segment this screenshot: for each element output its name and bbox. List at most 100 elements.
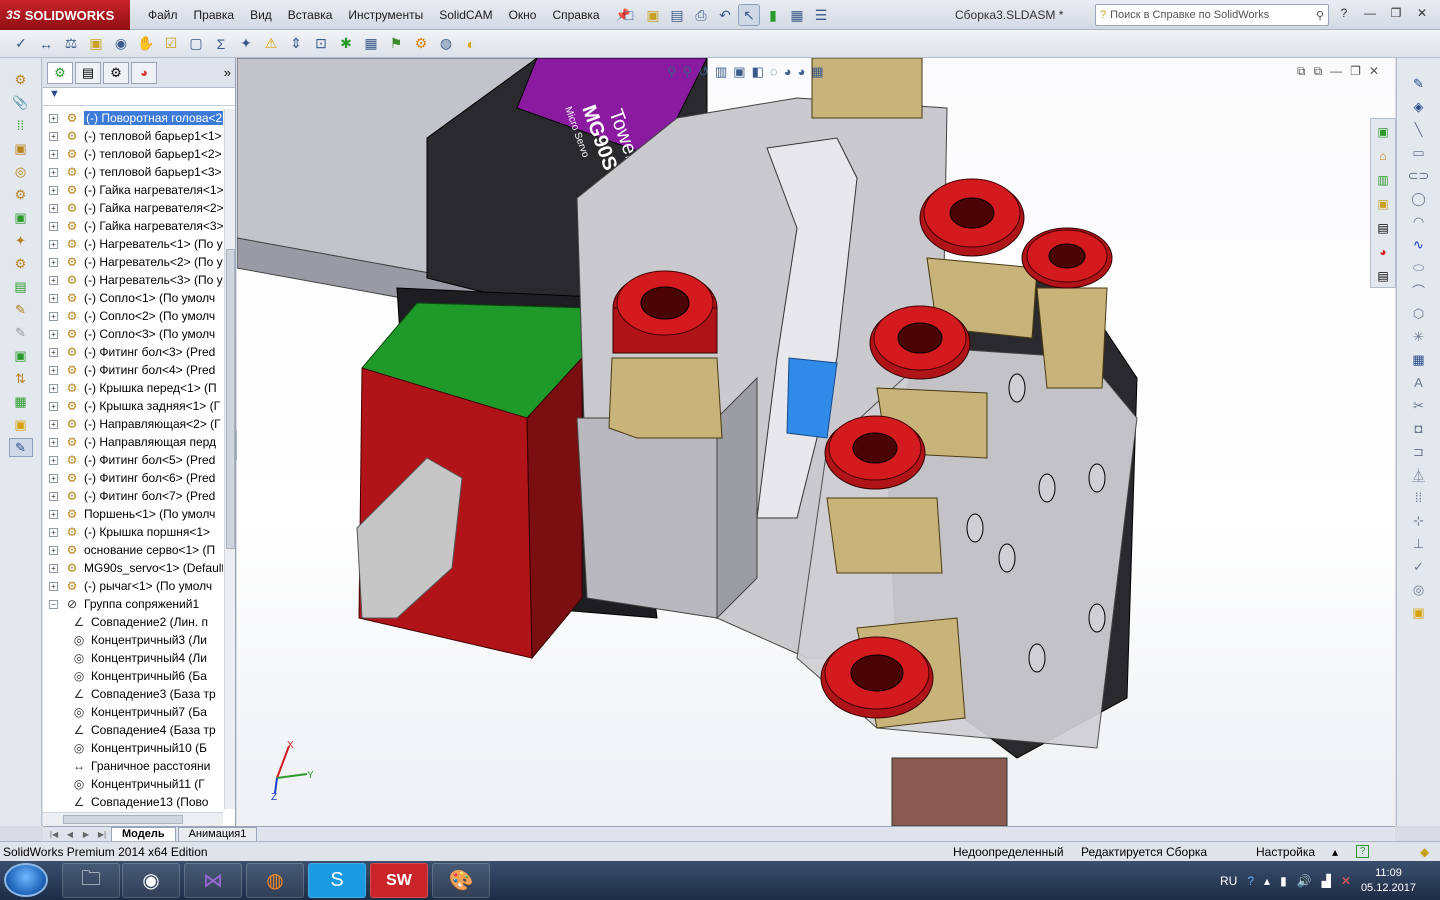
sensor-icon[interactable]: ◉	[110, 33, 132, 55]
move-component-icon[interactable]: ◎	[9, 162, 33, 181]
spline-icon[interactable]: ∿	[1408, 235, 1430, 254]
tree-item[interactable]: + ⚙ Поршень<1> (По умолч	[43, 505, 223, 523]
viewport-close-button[interactable]: ✕	[1369, 64, 1379, 79]
menu-insert[interactable]: Вставка	[280, 8, 341, 22]
circle-icon[interactable]: ◯	[1408, 189, 1430, 208]
menu-window[interactable]: Окно	[501, 8, 545, 22]
tree-item[interactable]: + ⚙ (-) Направляющая перд	[43, 433, 223, 451]
mirror-icon[interactable]: ⏅	[1408, 465, 1430, 484]
assembly-visualization-icon[interactable]: ▦	[360, 33, 382, 55]
prev-tab-button[interactable]: ◀	[63, 829, 77, 841]
help-search-input[interactable]: Поиск в Справке по SolidWorks	[1110, 9, 1312, 21]
tree-item[interactable]: + ⚙ (-) Сопло<3> (По умолч	[43, 325, 223, 343]
tree-item[interactable]: + ⚙ (-) тепловой барьер1<2>	[43, 145, 223, 163]
line-icon[interactable]: ╲	[1408, 120, 1430, 139]
solidworks-logo[interactable]: 3S SOLIDWORKS	[0, 0, 130, 30]
point-icon[interactable]: ✳	[1408, 327, 1430, 346]
tree-item[interactable]: + ⚙ (-) Сопло<1> (По умолч	[43, 289, 223, 307]
warning-icon[interactable]: ⚠	[260, 33, 282, 55]
mate-item[interactable]: ◎ Концентричный7 (Ба	[43, 703, 223, 721]
instant3d-icon[interactable]: ▣	[9, 415, 33, 434]
expand-toggle-icon[interactable]: +	[49, 419, 58, 429]
spell-check-icon[interactable]: ✓	[10, 33, 32, 55]
mate-item[interactable]: ◎ Концентричный6 (Ба	[43, 667, 223, 685]
tab-model[interactable]: Модель	[111, 827, 176, 841]
expand-toggle-icon[interactable]: +	[49, 293, 58, 303]
smart-fasteners-icon[interactable]: ▣	[9, 139, 33, 158]
expand-toggle-icon[interactable]: +	[49, 365, 58, 375]
move-entities-icon[interactable]: ⊹	[1408, 511, 1430, 530]
tree-vertical-scrollbar[interactable]	[224, 109, 235, 809]
expand-toggle-icon[interactable]: +	[49, 131, 58, 141]
options-icon[interactable]: ☰	[810, 4, 832, 26]
expand-toggle-icon[interactable]: +	[49, 473, 58, 483]
clearance-icon[interactable]: ⇕	[285, 33, 307, 55]
language-indicator[interactable]: RU	[1220, 874, 1237, 888]
appearances-icon[interactable]: ◕	[1372, 241, 1394, 263]
compare-icon[interactable]: ✱	[335, 33, 357, 55]
undo-icon[interactable]: ↶	[714, 4, 736, 26]
status-help-icon[interactable]: ?	[1356, 845, 1369, 858]
trim-icon[interactable]: ✂	[1408, 396, 1430, 415]
file-properties-icon[interactable]: ▦	[786, 4, 808, 26]
expand-toggle-icon[interactable]: +	[49, 257, 58, 267]
zoom-area-icon[interactable]: ⚲	[683, 64, 693, 86]
mate-item[interactable]: ∠ Совпадение2 (Лин. п	[43, 613, 223, 631]
expand-toggle-icon[interactable]: −	[49, 599, 58, 609]
home-icon[interactable]: ⌂	[1372, 145, 1394, 167]
sketch-tool-icon[interactable]: ✎	[8, 438, 33, 457]
edit-appearance-icon[interactable]: ◕	[784, 64, 792, 86]
tree-item[interactable]: + ⚙ (-) Направляющая<2> (Г	[43, 415, 223, 433]
insert-component-icon[interactable]: ⚙	[9, 70, 33, 89]
mate-icon[interactable]: 📎	[9, 93, 33, 112]
file-explorer-icon[interactable]: ▣	[1372, 193, 1394, 215]
checkbox-icon[interactable]: ☑	[160, 33, 182, 55]
status-tag-icon[interactable]: ◆	[1420, 845, 1429, 859]
rapid-sketch-icon[interactable]: ▣	[1408, 603, 1430, 622]
costing-icon[interactable]: ⚙	[410, 33, 432, 55]
view-orientation-icon[interactable]: ▣	[733, 64, 745, 86]
new-document-icon[interactable]: □	[618, 4, 640, 26]
rectangle-icon[interactable]: ▭	[1408, 143, 1430, 162]
check-icon[interactable]: ✋	[135, 33, 157, 55]
mate-item[interactable]: ◎ Концентричный3 (Ли	[43, 631, 223, 649]
render-icon[interactable]: ◐	[460, 33, 482, 55]
close-button[interactable]: ✕	[1412, 4, 1432, 22]
menu-tools[interactable]: Инструменты	[340, 8, 431, 22]
expand-toggle-icon[interactable]: +	[49, 347, 58, 357]
chrome-taskbar-icon[interactable]: ◉	[122, 863, 180, 898]
ellipse-icon[interactable]: ⬭	[1408, 258, 1430, 277]
tree-scroll-thumb[interactable]	[226, 249, 235, 549]
tree-hscroll-thumb[interactable]	[63, 815, 183, 824]
display-relations-icon[interactable]: ⊥	[1408, 534, 1430, 553]
view-settings-icon[interactable]: ▦	[811, 64, 823, 86]
tree-item[interactable]: + ⚙ (-) Гайка нагревателя<2>	[43, 199, 223, 217]
mate-item[interactable]: ∠ Совпадение4 (База тр	[43, 721, 223, 739]
settings-label[interactable]: Настройка	[1256, 845, 1315, 859]
restore-button[interactable]: ❐	[1386, 4, 1406, 22]
next-tab-button[interactable]: ▶	[79, 829, 93, 841]
expand-toggle-icon[interactable]: +	[49, 527, 58, 537]
configuration-manager-tab-icon[interactable]: ⚙	[103, 61, 129, 84]
offset-icon[interactable]: ⊐	[1408, 442, 1430, 461]
convert-entities-icon[interactable]: ◘	[1408, 419, 1430, 438]
text-icon[interactable]: A	[1408, 373, 1430, 392]
menu-view[interactable]: Вид	[242, 8, 280, 22]
display-style-icon[interactable]: ◧	[752, 64, 764, 86]
menu-solidcam[interactable]: SolidCAM	[431, 8, 500, 22]
notification-icon[interactable]: ✕	[1341, 874, 1351, 888]
view-palette-icon[interactable]: ▤	[1372, 217, 1394, 239]
interference-detection-icon[interactable]: ▣	[9, 346, 33, 365]
save-icon[interactable]: ▤	[666, 4, 688, 26]
tree-item[interactable]: + ⚙ (-) Нагреватель<3> (По у	[43, 271, 223, 289]
uc-browser-taskbar-icon[interactable]: ◍	[246, 863, 304, 898]
expand-toggle-icon[interactable]: +	[49, 563, 58, 573]
plane-icon[interactable]: ▦	[1408, 350, 1430, 369]
assembly-features-icon[interactable]: ▣	[9, 208, 33, 227]
tree-item[interactable]: + ⚙ (-) Сопло<2> (По умолч	[43, 307, 223, 325]
expand-toggle-icon[interactable]: +	[49, 437, 58, 447]
tree-item[interactable]: + ⚙ (-) Фитинг бол<4> (Pred	[43, 361, 223, 379]
fillet-icon[interactable]: ⌒	[1408, 281, 1430, 300]
settings-arrow-icon[interactable]: ▴	[1332, 845, 1338, 859]
tree-filter[interactable]: ▼	[43, 88, 235, 106]
